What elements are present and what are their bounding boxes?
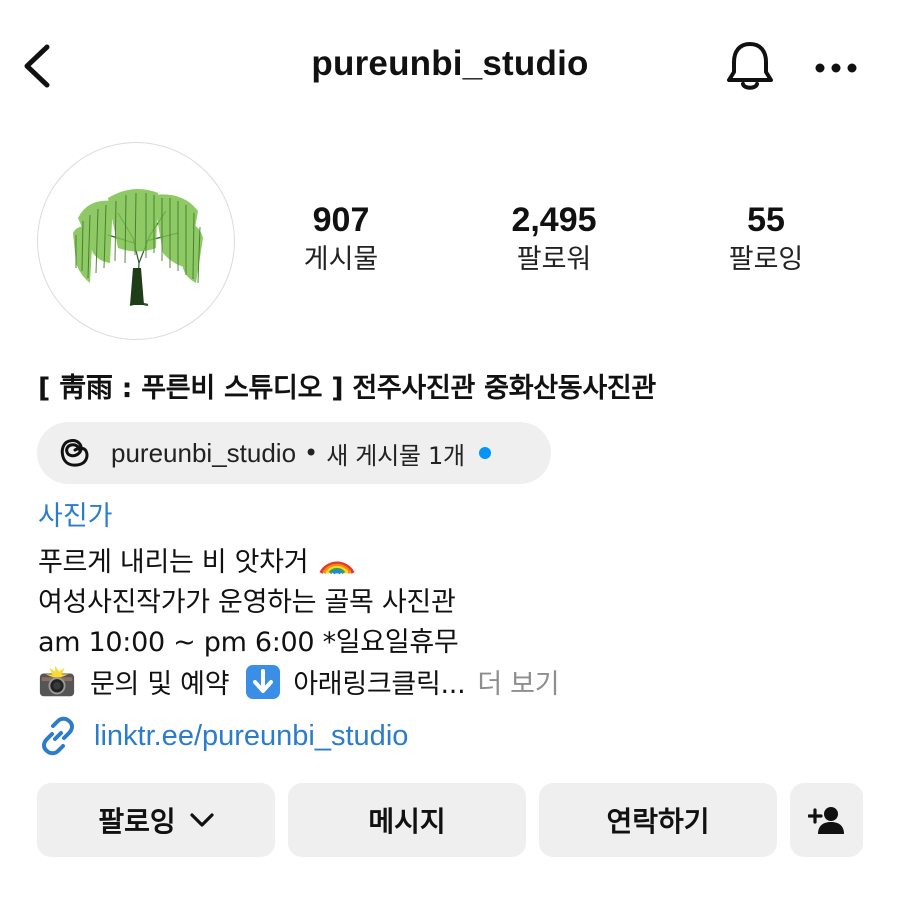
rainbow-icon	[318, 561, 355, 575]
bell-icon	[727, 42, 773, 90]
more-options-button[interactable]	[808, 46, 864, 90]
message-button[interactable]: 메시지	[288, 783, 526, 857]
profile-display-name: [ 靑雨 : 푸른비 스튜디오 ] 전주사진관 중화산동사진관	[38, 373, 656, 404]
profile-category[interactable]: 사진가	[38, 494, 113, 533]
following-label: 팔로잉	[728, 244, 804, 275]
down-arrow-icon	[246, 664, 281, 699]
willow-tree-icon	[73, 189, 203, 307]
stat-followers[interactable]: 2,495 팔로워	[469, 200, 639, 280]
external-link[interactable]: linktr.ee/pureunbi_studio	[38, 716, 408, 756]
bio-line-3: am 10:00 ~ pm 6:00 *일요일휴무	[38, 627, 459, 658]
posts-label: 게시물	[303, 244, 379, 275]
stat-posts[interactable]: 907 게시물	[256, 200, 426, 280]
bio-line-1: 푸르게 내리는 비 앗차거	[38, 540, 357, 579]
link-icon	[42, 716, 74, 756]
bio-line-4-part2: 아래링크클릭...	[293, 669, 466, 700]
external-link-text: linktr.ee/pureunbi_studio	[94, 719, 409, 752]
posts-count: 907	[312, 201, 370, 239]
bio-line-4: 문의 및 예약 아래링크클릭... 더 보기	[38, 662, 560, 701]
followers-count: 2,495	[511, 201, 597, 239]
followers-label: 팔로워	[516, 244, 592, 275]
following-button[interactable]: 팔로잉	[37, 783, 275, 857]
threads-badge[interactable]: pureunbi_studio • 새 게시물 1개	[37, 422, 551, 484]
add-person-icon	[807, 807, 844, 834]
following-count: 55	[747, 201, 785, 239]
stat-following[interactable]: 55 팔로잉	[681, 200, 851, 280]
camera-flash-icon	[39, 665, 75, 696]
bio-line-2: 여성사진작가가 운영하는 골목 사진관	[38, 587, 456, 618]
following-button-label: 팔로잉	[98, 805, 176, 838]
top-bar: pureunbi_studio	[0, 0, 900, 130]
contact-button-label: 연락하기	[606, 805, 710, 838]
threads-separator: •	[304, 439, 319, 467]
more-horizontal-icon	[815, 63, 857, 73]
threads-handle: pureunbi_studio	[111, 437, 297, 468]
more-bio-link[interactable]: 더 보기	[477, 662, 559, 701]
bio-line-1-text: 푸르게 내리는 비 앗차거	[38, 547, 309, 578]
threads-new-posts: 새 게시물 1개	[326, 441, 465, 470]
threads-icon	[57, 435, 93, 471]
new-post-indicator	[478, 447, 491, 459]
add-user-button[interactable]	[790, 783, 863, 857]
profile-avatar[interactable]	[37, 142, 235, 340]
message-button-label: 메시지	[368, 805, 446, 838]
contact-button[interactable]: 연락하기	[539, 783, 777, 857]
notifications-button[interactable]	[722, 36, 778, 96]
chevron-down-icon	[190, 813, 214, 827]
bio-line-4-part1: 문의 및 예약	[90, 669, 230, 700]
